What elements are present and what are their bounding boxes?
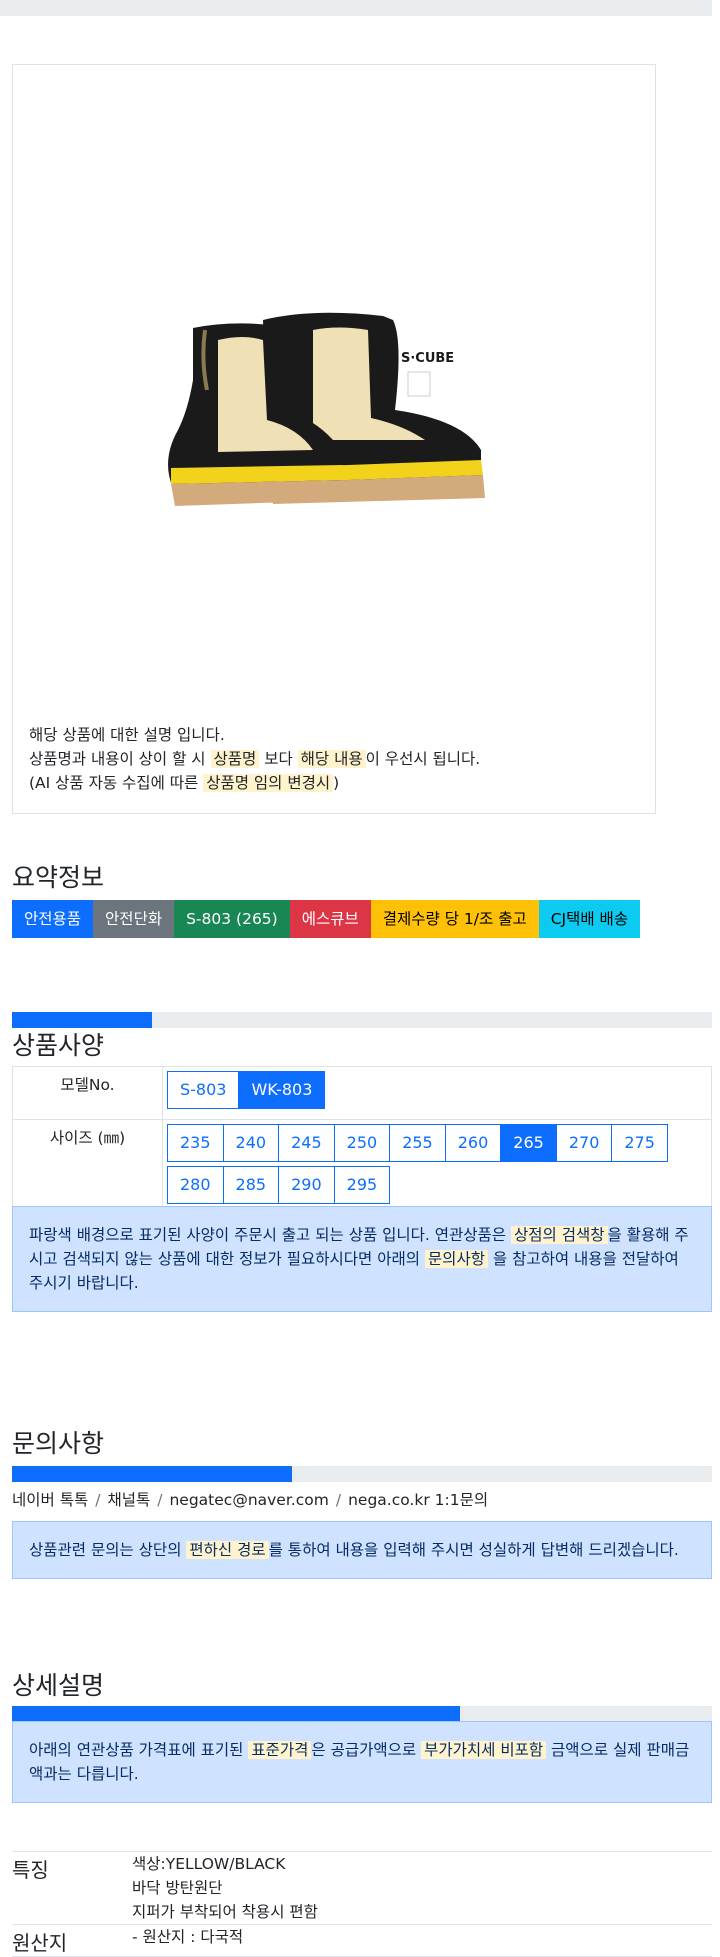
detail-notice: 아래의 연관상품 가격표에 표기된 표준가격 은 공급가액으로 부가가치세 비포함… bbox=[12, 1721, 712, 1803]
size-option[interactable]: 295 bbox=[333, 1166, 391, 1204]
size-option[interactable]: 240 bbox=[222, 1124, 280, 1162]
badge-category: 안전용품 bbox=[12, 900, 94, 938]
model-option-s803[interactable]: S-803 bbox=[167, 1071, 240, 1109]
size-option[interactable]: 245 bbox=[278, 1124, 335, 1162]
highlight-inquiry: 문의사항 bbox=[424, 1250, 488, 1268]
highlight-route: 편하신 경로 bbox=[186, 1541, 269, 1559]
inquiry-title: 문의사항 bbox=[12, 1429, 105, 1458]
badge-model: S-803 (265) bbox=[174, 900, 290, 938]
size-option[interactable]: 260 bbox=[444, 1124, 502, 1162]
origin-label: 원산지 bbox=[12, 1931, 68, 1955]
detail-progress-bar bbox=[12, 1706, 712, 1722]
model-options: S-803 WK-803 bbox=[163, 1067, 712, 1119]
feature-line: 바닥 방탄원단 bbox=[132, 1879, 223, 1897]
size-option[interactable]: 250 bbox=[333, 1124, 391, 1162]
product-description: 해당 상품에 대한 설명 입니다. 상품명과 내용이 상이 할 시 상품명 보다… bbox=[29, 723, 480, 795]
feature-row: 특징 색상:YELLOW/BLACK 바닥 방탄원단 지퍼가 부착되어 착용시 … bbox=[12, 1852, 712, 1925]
badge-shipping: CJ택배 배송 bbox=[538, 900, 641, 938]
size-options: 235 240 245 250 255 260 265 270 275 280 … bbox=[163, 1120, 712, 1214]
badge-brand: 에스큐브 bbox=[289, 900, 371, 938]
inquiry-progress-bar bbox=[12, 1466, 712, 1482]
summary-badges: 안전용품 안전단화 S-803 (265) 에스큐브 결제수량 당 1/조 출고… bbox=[12, 900, 641, 938]
spec-progress-bar bbox=[12, 1012, 712, 1028]
highlight-product-name: 상품명 bbox=[210, 750, 260, 768]
features-table: 특징 색상:YELLOW/BLACK 바닥 방탄원단 지퍼가 부착되어 착용시 … bbox=[12, 1851, 712, 1957]
feature-line: 색상:YELLOW/BLACK bbox=[132, 1855, 286, 1873]
size-option[interactable]: 275 bbox=[611, 1124, 668, 1162]
highlight-rename: 상품명 임의 변경시 bbox=[203, 774, 334, 792]
model-row: 모델No. S-803 WK-803 bbox=[12, 1067, 712, 1120]
link-email[interactable]: negatec@naver.com bbox=[169, 1491, 328, 1509]
spec-table: 모델No. S-803 WK-803 사이즈 (㎜) 235 240 245 2… bbox=[12, 1066, 712, 1215]
feature-line: 지퍼가 부착되어 착용시 편함 bbox=[132, 1903, 318, 1921]
size-option[interactable]: 280 bbox=[167, 1166, 224, 1204]
desc-line-1: 해당 상품에 대한 설명 입니다. bbox=[29, 726, 225, 744]
link-site-inquiry[interactable]: nega.co.kr 1:1문의 bbox=[348, 1491, 488, 1509]
origin-row: 원산지 - 원산지 : 다국적 bbox=[12, 1925, 712, 1957]
inquiry-links: 네이버 톡톡 / 채널톡 / negatec@naver.com / nega.co.kr … bbox=[12, 1491, 489, 1509]
desc-line-3: (AI 상품 자동 수집에 따른 상품명 임의 변경시) bbox=[29, 774, 340, 792]
size-option[interactable]: 255 bbox=[389, 1124, 446, 1162]
size-row: 사이즈 (㎜) 235 240 245 250 255 260 265 270 … bbox=[12, 1120, 712, 1215]
link-naver-talk[interactable]: 네이버 톡톡 bbox=[12, 1491, 88, 1509]
spec-notice: 파랑색 배경으로 표기된 사양이 주문시 출고 되는 상품 입니다. 연관상품은… bbox=[12, 1206, 712, 1312]
size-option[interactable]: 270 bbox=[555, 1124, 613, 1162]
feature-label: 특징 bbox=[12, 1858, 49, 1882]
feature-values: 색상:YELLOW/BLACK 바닥 방탄원단 지퍼가 부착되어 착용시 편함 bbox=[132, 1852, 712, 1924]
size-option[interactable]: 290 bbox=[278, 1166, 335, 1204]
desc-line-2: 상품명과 내용이 상이 할 시 상품명 보다 해당 내용 이 우선시 됩니다. bbox=[29, 750, 481, 768]
size-option[interactable]: 285 bbox=[222, 1166, 280, 1204]
model-option-wk803[interactable]: WK-803 bbox=[238, 1071, 326, 1109]
inquiry-notice: 상품관련 문의는 상단의 편하신 경로 를 통하여 내용을 입력해 주시면 성실하… bbox=[12, 1521, 712, 1579]
badge-quantity: 결제수량 당 1/조 출고 bbox=[370, 900, 539, 938]
highlight-standard-price: 표준가격 bbox=[248, 1741, 312, 1759]
detail-title: 상세설명 bbox=[12, 1671, 105, 1700]
model-label: 모델No. bbox=[12, 1067, 163, 1119]
highlight-search: 상점의 검색창 bbox=[511, 1226, 608, 1244]
origin-line: - 원산지 : 다국적 bbox=[132, 1928, 244, 1946]
size-option-selected[interactable]: 265 bbox=[500, 1124, 557, 1162]
spec-title: 상품사양 bbox=[12, 1031, 105, 1060]
highlight-content: 해당 내용 bbox=[297, 750, 366, 768]
size-label: 사이즈 (㎜) bbox=[12, 1120, 163, 1214]
badge-subcategory: 안전단화 bbox=[93, 900, 175, 938]
product-image-panel: S·CUBE 해당 상품에 대한 설명 입니다. 상품명과 내용이 상이 할 시… bbox=[12, 64, 656, 814]
link-channel-talk[interactable]: 채널톡 bbox=[107, 1491, 150, 1509]
brand-mark: S·CUBE bbox=[401, 351, 454, 366]
top-progress-bar bbox=[0, 0, 712, 16]
highlight-vat-excluded: 부가가치세 비포함 bbox=[421, 1741, 547, 1759]
summary-title: 요약정보 bbox=[12, 863, 105, 892]
origin-values: - 원산지 : 다국적 bbox=[132, 1925, 712, 1956]
size-option[interactable]: 235 bbox=[167, 1124, 224, 1162]
product-image[interactable]: S·CUBE bbox=[163, 300, 513, 525]
